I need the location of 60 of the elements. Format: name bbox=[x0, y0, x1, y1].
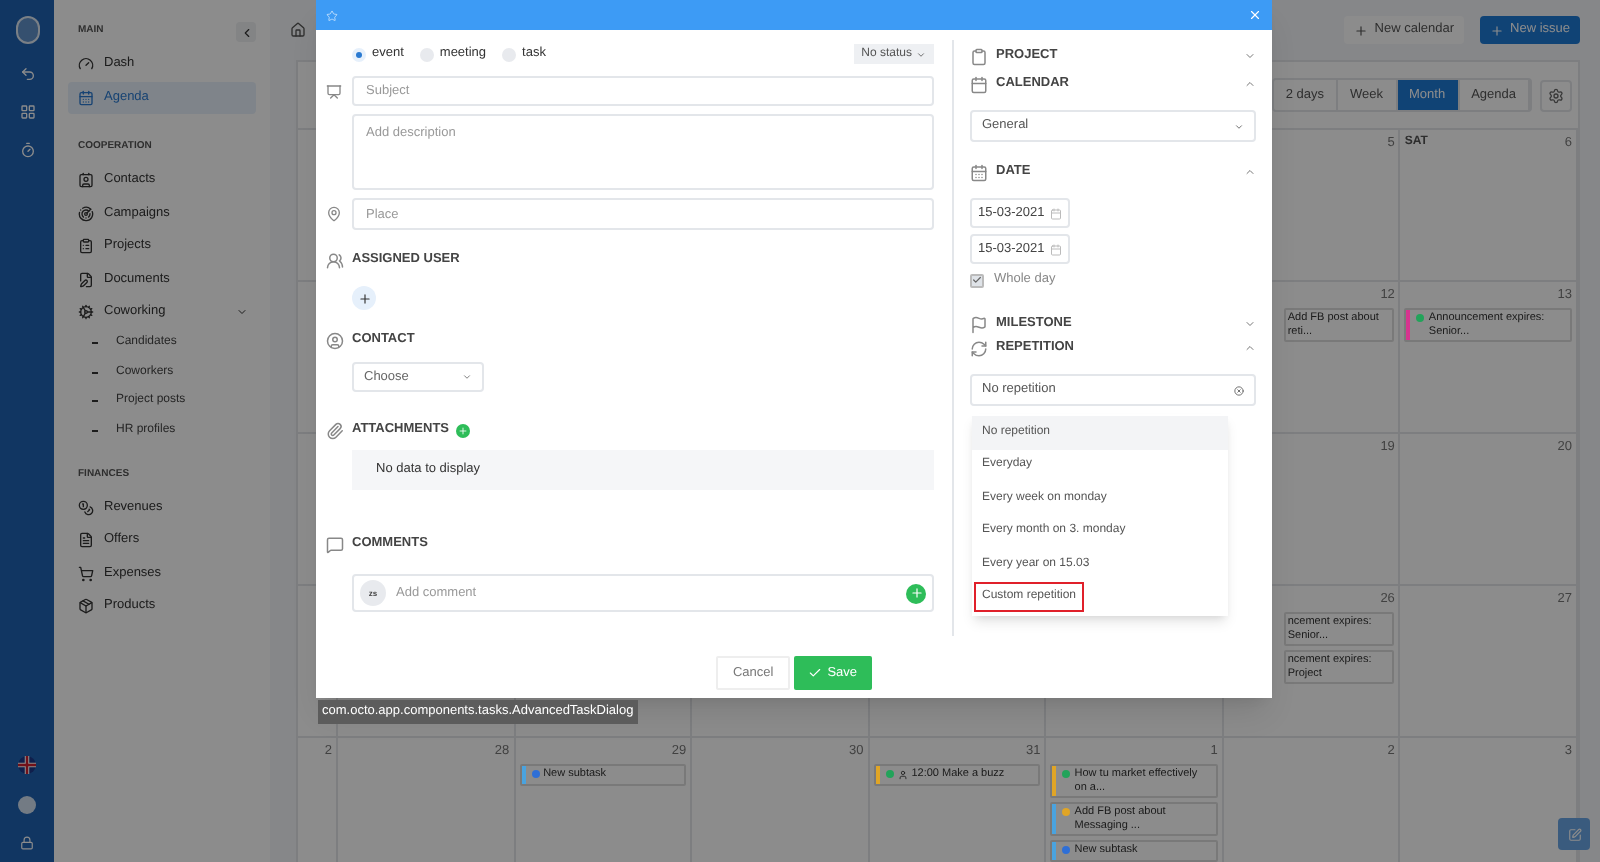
calendar-icon bbox=[970, 75, 988, 93]
back-icon[interactable] bbox=[19, 66, 35, 82]
clipboard-icon bbox=[78, 238, 94, 255]
box-icon bbox=[78, 598, 94, 615]
clear-icon bbox=[1234, 385, 1244, 395]
calendar-icon bbox=[970, 163, 988, 181]
add-attachment-button[interactable] bbox=[455, 423, 470, 437]
flag-icon[interactable] bbox=[18, 756, 36, 774]
repeat-icon bbox=[970, 339, 988, 357]
chevron-down-icon bbox=[1244, 318, 1256, 330]
chevron-down-icon bbox=[1244, 50, 1256, 62]
location-pin-icon bbox=[326, 206, 342, 222]
close-icon bbox=[1248, 8, 1262, 22]
dash-icon bbox=[92, 429, 98, 432]
edit-button[interactable] bbox=[1558, 818, 1590, 850]
paperclip-icon bbox=[326, 421, 344, 439]
calendar-icon bbox=[1050, 207, 1062, 219]
edit-icon bbox=[1567, 827, 1581, 841]
dash-icon bbox=[92, 371, 98, 374]
lock-icon[interactable] bbox=[20, 836, 34, 850]
user-circle-icon bbox=[326, 331, 344, 349]
gauge-icon bbox=[78, 56, 94, 73]
cog-icon bbox=[78, 304, 94, 321]
chevron-left-icon bbox=[239, 25, 253, 39]
document-icon bbox=[78, 532, 94, 549]
chevron-down-icon bbox=[916, 49, 926, 59]
users-icon bbox=[326, 251, 344, 269]
calendar-icon bbox=[78, 89, 94, 106]
plus-icon bbox=[909, 586, 923, 600]
chevron-down-icon bbox=[462, 372, 472, 382]
chevron-down-icon bbox=[1234, 121, 1244, 131]
radar-icon bbox=[78, 205, 94, 222]
check-icon bbox=[807, 666, 822, 680]
home-icon bbox=[290, 22, 306, 38]
send-comment-button[interactable] bbox=[906, 583, 926, 603]
chevron-up-icon bbox=[1244, 166, 1256, 178]
add-user-button[interactable] bbox=[352, 286, 376, 310]
chevron-up-icon bbox=[1244, 342, 1256, 354]
grid-icon[interactable] bbox=[19, 104, 35, 120]
clipboard-icon bbox=[970, 47, 988, 65]
plus-icon bbox=[457, 425, 468, 435]
close-button[interactable] bbox=[1248, 8, 1262, 22]
chevron-up-icon bbox=[1244, 78, 1256, 90]
coins-icon bbox=[78, 499, 94, 516]
presentation-icon bbox=[326, 83, 342, 99]
cart-icon bbox=[78, 565, 94, 582]
plus-icon bbox=[1490, 23, 1505, 37]
avatar[interactable] bbox=[18, 796, 36, 814]
timer-icon[interactable] bbox=[19, 142, 35, 158]
contact-icon bbox=[78, 172, 94, 189]
comment-icon bbox=[326, 535, 344, 553]
settings-button[interactable] bbox=[1540, 79, 1572, 111]
document-edit-icon bbox=[78, 271, 94, 288]
settings-icon bbox=[1548, 87, 1564, 103]
star-icon bbox=[326, 9, 338, 21]
collapse-button[interactable] bbox=[236, 22, 256, 42]
plus-icon bbox=[357, 291, 371, 305]
calendar-icon bbox=[1050, 243, 1062, 255]
plus-icon bbox=[1354, 23, 1369, 37]
flag-icon bbox=[970, 315, 988, 333]
